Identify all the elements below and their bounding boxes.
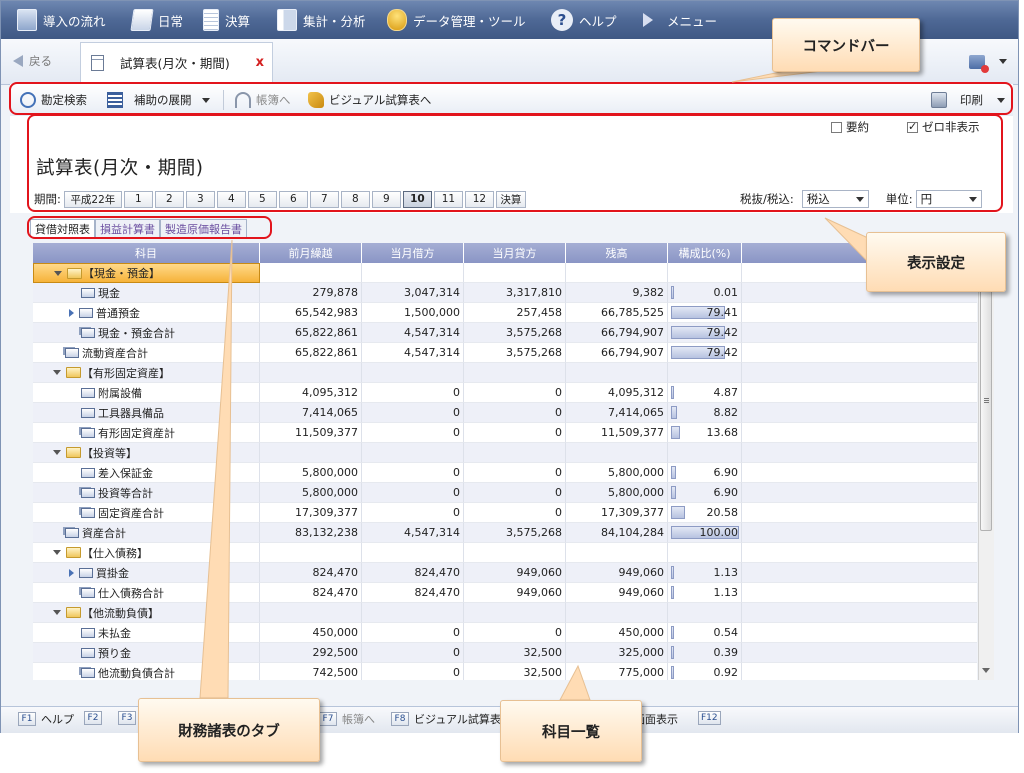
ratio-value: 20.58 [706, 506, 739, 519]
ratio-value: 79.42 [706, 346, 739, 359]
ratio-value: 1.13 [713, 566, 739, 579]
ratio-value: 6.90 [713, 486, 739, 499]
ratio-value: 0.92 [713, 666, 739, 679]
ratio-value: 100.00 [699, 526, 739, 539]
ratio-value: 4.87 [713, 386, 739, 399]
ratio-value: 1.13 [713, 586, 739, 599]
ratio-value: 79.41 [706, 306, 739, 319]
ratio-value: 0.54 [713, 626, 739, 639]
ratio-value: 13.68 [706, 426, 739, 439]
ratio-value: 6.90 [713, 466, 739, 479]
ratio-value: 0.01 [713, 286, 739, 299]
callout-fs-tabs: 財務諸表のタブ [138, 698, 320, 762]
callout-account-list: 科目一覧 [500, 700, 642, 762]
callout-pointers [199, 69, 869, 701]
ratio-value: 0.39 [713, 646, 739, 659]
ratio-value: 79.42 [706, 326, 739, 339]
callout-display-settings: 表示設定 [866, 232, 1006, 292]
callout-command-bar: コマンドバー [772, 18, 920, 72]
ratio-value: 8.82 [713, 406, 739, 419]
